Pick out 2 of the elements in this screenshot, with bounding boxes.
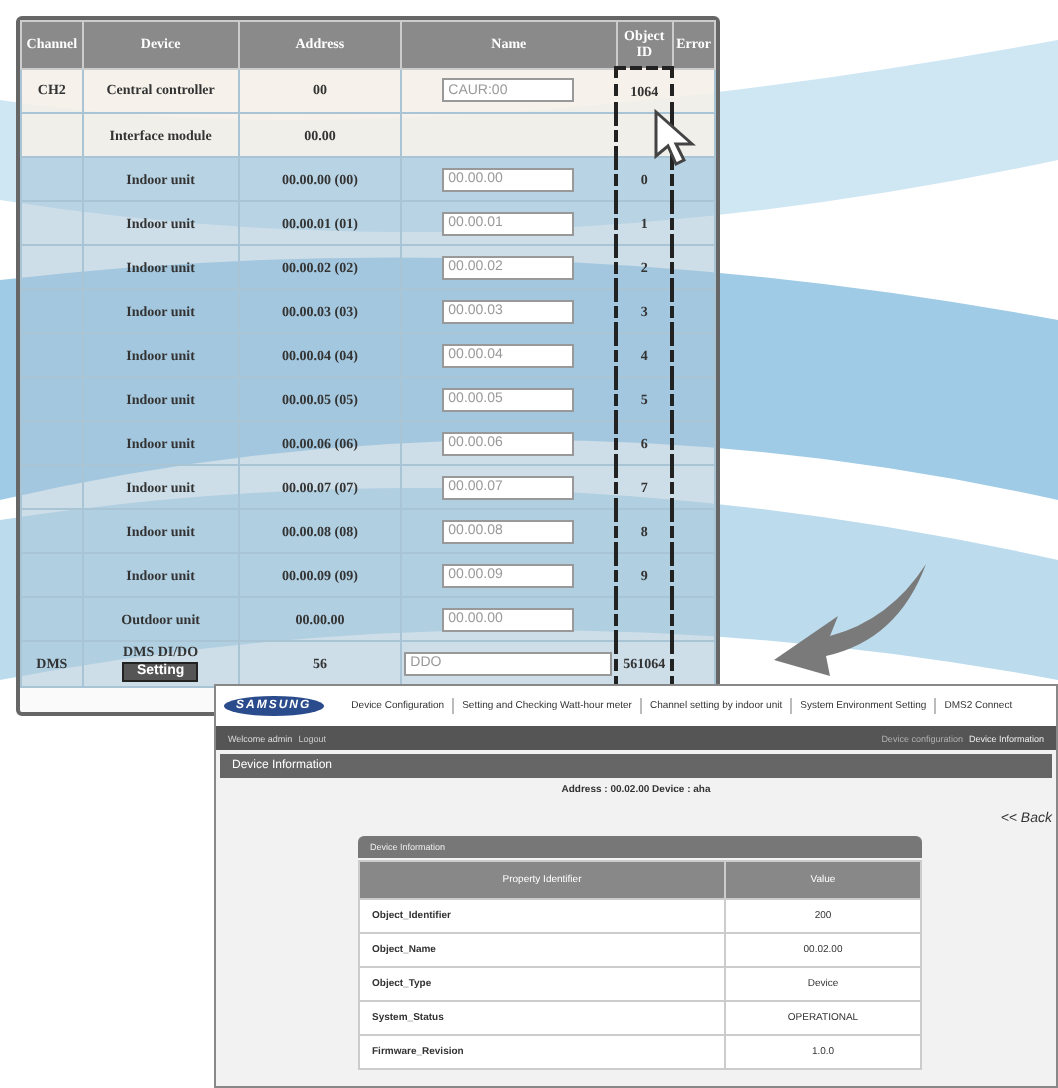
- curved-arrow-icon: [770, 560, 930, 680]
- cursor-icon: [652, 108, 696, 168]
